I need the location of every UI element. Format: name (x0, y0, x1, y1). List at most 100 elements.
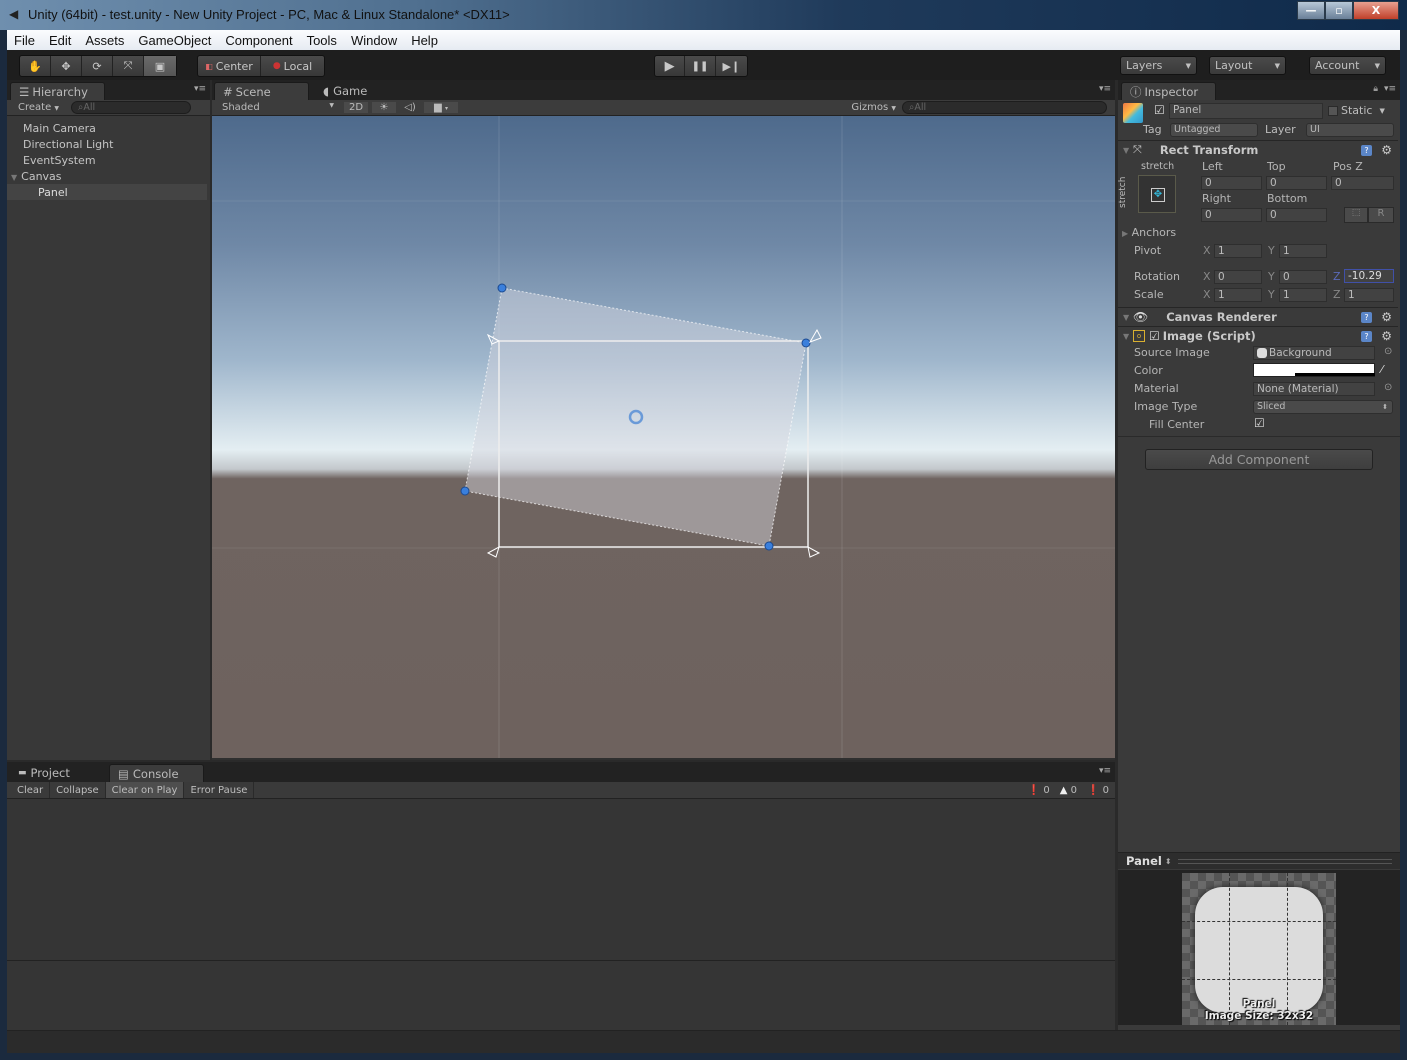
audio-toggle[interactable]: ◁) (398, 102, 422, 113)
menu-gameobject[interactable]: GameObject (131, 33, 218, 48)
panel-menu-icon[interactable]: ▾≡ (194, 84, 206, 94)
help-icon[interactable]: ? (1361, 311, 1372, 323)
static-toggle[interactable]: Static ▼ (1328, 104, 1385, 117)
add-component-button[interactable]: Add Component (1145, 449, 1373, 470)
bottom-input[interactable]: 0 (1266, 208, 1327, 222)
material-field[interactable]: None (Material) (1253, 382, 1375, 396)
pos-z-input[interactable]: 0 (1331, 176, 1394, 190)
scale-x-input[interactable]: 1 (1214, 288, 1262, 302)
rotation-z-input[interactable]: -10.29 (1344, 269, 1394, 283)
scene-viewport[interactable] (212, 116, 1115, 758)
fill-center-checkbox[interactable]: ☑ (1254, 416, 1265, 430)
menu-help[interactable]: Help (404, 33, 445, 48)
pivot-local-button[interactable]: ● Local (261, 56, 324, 76)
pivot-center-button[interactable]: ◧ Center (198, 56, 262, 76)
play-button[interactable]: ▶ (655, 56, 686, 76)
top-input[interactable]: 0 (1266, 176, 1327, 190)
gear-icon[interactable]: ⚙ (1381, 329, 1392, 343)
gear-icon[interactable]: ⚙ (1381, 310, 1392, 324)
layer-dropdown[interactable]: UI (1306, 123, 1394, 137)
resize-handle[interactable] (497, 283, 507, 293)
image-component-header[interactable]: ▼ o ☑ Image (Script) ? ⚙ (1118, 326, 1398, 345)
image-type-dropdown[interactable]: Sliced ⬍ (1253, 400, 1393, 414)
menu-window[interactable]: Window (344, 33, 404, 48)
color-swatch[interactable] (1253, 363, 1375, 377)
hierarchy-item[interactable]: Main Camera (23, 122, 96, 135)
pivot-y-input[interactable]: 1 (1279, 244, 1327, 258)
error-pause-button[interactable]: Error Pause (184, 782, 255, 798)
rotate-tool-button[interactable]: ⟳ (82, 56, 113, 76)
clear-on-play-toggle[interactable]: Clear on Play (105, 782, 185, 798)
source-image-field[interactable]: Background (1253, 346, 1375, 360)
hierarchy-item[interactable]: ▼ Canvas (11, 170, 62, 183)
anchors-foldout[interactable]: ▶ Anchors (1122, 226, 1176, 239)
shading-dropdown[interactable]: Shaded ▼ (222, 102, 334, 113)
lock-icon[interactable]: 🔒︎ (1373, 84, 1378, 94)
tab-hierarchy[interactable]: ☰ Hierarchy (10, 82, 105, 100)
menu-tools[interactable]: Tools (300, 33, 344, 48)
help-icon[interactable]: ? (1361, 144, 1372, 156)
hand-tool-button[interactable]: ✋ (20, 56, 51, 76)
static-checkbox[interactable] (1328, 105, 1338, 116)
step-button[interactable]: ▶❙ (716, 56, 747, 76)
move-tool-button[interactable]: ✥ (51, 56, 82, 76)
tag-dropdown[interactable]: Untagged (1170, 123, 1258, 137)
pause-button[interactable]: ❚❚ (685, 56, 716, 76)
blueprint-mode-button[interactable]: ⬚ (1344, 207, 1368, 223)
rotated-panel-rect[interactable] (464, 287, 807, 547)
warning-filter-toggle[interactable]: ▲ 0 (1060, 785, 1077, 796)
tab-scene[interactable]: # Scene (214, 82, 309, 100)
raw-edit-button[interactable]: R (1368, 207, 1394, 223)
rect-tool-button[interactable]: ▣ (144, 56, 176, 76)
collapse-button[interactable]: Collapse (50, 782, 106, 798)
scale-z-input[interactable]: 1 (1344, 288, 1394, 302)
anchor-presets-button[interactable]: ✥ (1138, 175, 1176, 213)
error-filter-toggle[interactable]: ❗ 0 (1087, 785, 1109, 796)
tab-inspector[interactable]: ⓘ Inspector (1121, 82, 1216, 100)
rotation-y-input[interactable]: 0 (1279, 270, 1327, 284)
object-name-input[interactable]: Panel (1169, 103, 1323, 119)
lighting-toggle[interactable]: ☀ (372, 102, 396, 113)
tab-console[interactable]: ▤ Console (109, 764, 204, 782)
gear-icon[interactable]: ⚙ (1381, 143, 1392, 157)
scene-search-input[interactable]: ⌕ All (902, 101, 1107, 114)
collapse-triangle-icon[interactable]: ▼ (1123, 332, 1133, 341)
chevron-down-icon[interactable]: ▼ (1379, 107, 1384, 115)
right-input[interactable]: 0 (1201, 208, 1262, 222)
clear-button[interactable]: Clear (11, 782, 51, 798)
layers-dropdown[interactable]: Layers ▼ (1120, 56, 1197, 75)
panel-menu-icon[interactable]: ▾≡ (1384, 84, 1396, 94)
menu-assets[interactable]: Assets (78, 33, 131, 48)
close-button[interactable]: X (1353, 1, 1399, 20)
enabled-checkbox[interactable]: ☑ (1149, 329, 1160, 343)
left-input[interactable]: 0 (1201, 176, 1262, 190)
menu-file[interactable]: File (7, 33, 42, 48)
object-picker-icon[interactable]: ⊙ (1384, 382, 1392, 393)
gizmos-dropdown[interactable]: Gizmos ▼ (851, 102, 896, 113)
hierarchy-search-input[interactable]: ⌕ All (71, 101, 192, 114)
panel-menu-icon[interactable]: ▾≡ (1099, 766, 1111, 776)
help-icon[interactable]: ? (1361, 330, 1372, 342)
hierarchy-item-selected[interactable]: Panel (7, 184, 207, 200)
account-dropdown[interactable]: Account ▼ (1309, 56, 1386, 75)
minimize-button[interactable]: — (1297, 1, 1325, 20)
maximize-button[interactable]: ▫ (1325, 1, 1353, 20)
collapse-triangle-icon[interactable]: ▼ (1123, 146, 1133, 155)
scale-tool-button[interactable]: ⤧ (113, 56, 144, 76)
drag-handle[interactable] (1177, 858, 1392, 864)
hierarchy-item[interactable]: Directional Light (23, 138, 113, 151)
menu-edit[interactable]: Edit (42, 33, 78, 48)
scale-y-input[interactable]: 1 (1279, 288, 1327, 302)
pivot-x-input[interactable]: 1 (1214, 244, 1262, 258)
resize-handle[interactable] (460, 486, 470, 496)
resize-handle[interactable] (801, 338, 811, 348)
rect-transform-header[interactable]: ▼ ⤧ Rect Transform ? ⚙ (1118, 140, 1398, 159)
layout-dropdown[interactable]: Layout ▼ (1209, 56, 1286, 75)
tab-game[interactable]: ◖ Game (315, 82, 395, 100)
active-checkbox[interactable]: ☑ (1154, 103, 1165, 117)
rotation-x-input[interactable]: 0 (1214, 270, 1262, 284)
object-picker-icon[interactable]: ⊙ (1384, 346, 1392, 357)
preview-header[interactable]: Panel ⬍ (1118, 852, 1400, 869)
resize-handle[interactable] (764, 541, 774, 551)
anchor-handle[interactable] (808, 328, 822, 343)
